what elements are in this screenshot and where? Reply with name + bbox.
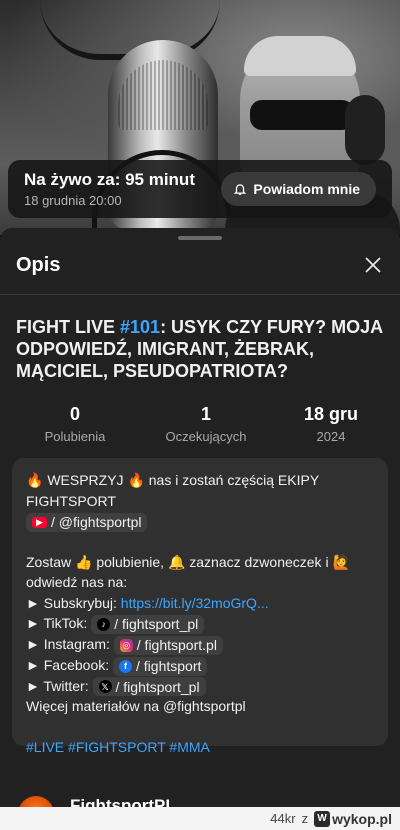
stat-label: Oczekujących [165, 429, 247, 444]
stat-waiting: 1 Oczekujących [141, 403, 271, 444]
close-icon [365, 257, 381, 273]
chip-label: / fightsport_pl [114, 616, 199, 633]
video-title: FIGHT LIVE #101: USYK CZY FURY? MOJA ODP… [16, 316, 386, 382]
bell-icon [234, 184, 247, 195]
stat-likes: 0 Polubienia [10, 403, 140, 444]
youtube-icon: ▶ [32, 516, 47, 528]
watermark-site: wykop.pl [332, 810, 392, 827]
notify-me-button[interactable]: Powiadom mnie [221, 172, 376, 206]
header-divider [0, 294, 400, 295]
instagram-chip[interactable]: ◎ / fightsport.pl [113, 635, 223, 655]
stat-value: 1 [200, 404, 211, 424]
stat-label: 2024 [316, 429, 346, 444]
x-icon: 𝕏 [98, 680, 112, 694]
chip-label: / fightsport.pl [136, 637, 217, 654]
sheet-header: Opis [0, 242, 400, 288]
subscribe-line: ► Subskrybuj: https://bit.ly/32moGrQ... [26, 593, 374, 614]
video-stats: 0 Polubienia 1 Oczekujących 18 gru 2024 [0, 403, 400, 453]
description-line: FIGHTSPORT [26, 492, 116, 509]
facebook-icon: f [119, 659, 133, 673]
twitter-chip[interactable]: 𝕏 / fightsport_pl [92, 677, 206, 697]
facebook-prefix: ► Facebook: [26, 656, 114, 673]
tiktok-chip[interactable]: ♪ / fightsport_pl [91, 615, 205, 635]
tiktok-prefix: ► TikTok: [26, 615, 92, 632]
host-headphone [345, 95, 385, 165]
chip-label: / fightsport_pl [115, 678, 200, 695]
host-sunglasses [250, 100, 354, 130]
hashtags[interactable]: #LIVE #FIGHTSPORT #MMA [26, 737, 374, 758]
description-line: 🔥 WESPRZYJ 🔥 nas i zostań częścią EKIPY [26, 472, 320, 488]
sheet-title: Opis [16, 254, 61, 276]
upcoming-live-card: Na żywo za: 95 minut 18 grudnia 20:00 Po… [8, 160, 392, 218]
host-hair [244, 36, 356, 76]
instagram-line: ► Instagram: ◎ / fightsport.pl [26, 634, 374, 655]
live-countdown: Na żywo za: 95 minut [24, 170, 195, 189]
stat-value: 18 gru [303, 404, 359, 424]
facebook-chip[interactable]: f / fightsport [113, 656, 208, 676]
description-line: odwiedź nas na: [26, 574, 128, 591]
twitter-line: ► Twitter: 𝕏 / fightsport_pl [26, 676, 374, 697]
twitter-prefix: ► Twitter: [26, 677, 93, 694]
video-title-prefix: FIGHT LIVE [16, 317, 121, 337]
live-scheduled-date: 18 grudnia 20:00 [24, 193, 122, 208]
wykop-logo-icon: W [314, 810, 331, 827]
youtube-channel-chip[interactable]: ▶ / @fightsportpl [26, 512, 148, 532]
description-line: Więcej materiałów na @fightsportpl [26, 698, 246, 715]
chip-label: / @fightsportpl [51, 514, 142, 531]
wykop-watermark: 44kr z W wykop.pl [0, 807, 400, 830]
description-line: ▶ / @fightsportpl [26, 511, 374, 532]
instagram-prefix: ► Instagram: [26, 636, 114, 653]
subscribe-link[interactable]: https://bit.ly/32moGrQ... [121, 595, 269, 611]
tiktok-icon: ♪ [97, 618, 111, 632]
stat-value: 0 [69, 404, 80, 424]
close-button[interactable] [358, 250, 388, 280]
subscribe-prefix: ► Subskrybuj: [26, 594, 121, 611]
description-sheet: Opis FIGHT LIVE #101: USYK CZY FURY? MOJ… [0, 228, 400, 830]
sheet-drag-handle[interactable] [178, 236, 222, 240]
tiktok-line: ► TikTok: ♪ / fightsport_pl [26, 613, 374, 635]
watermark-separator: z [301, 811, 309, 826]
chip-label: / fightsport [136, 657, 202, 674]
instagram-icon: ◎ [119, 638, 133, 652]
stat-date: 18 gru 2024 [266, 403, 396, 444]
notify-me-label: Powiadom mnie [253, 181, 360, 197]
stat-label: Polubienia [44, 429, 106, 444]
description-box: 🔥 WESPRZYJ 🔥 nas i zostań częścią EKIPY … [12, 458, 388, 755]
video-title-hashtag[interactable]: #101 [120, 317, 160, 337]
watermark-user: 44kr [270, 811, 296, 826]
description-line: Zostaw 👍 polubienie, 🔔 zaznacz dzwonecze… [26, 553, 350, 570]
facebook-line: ► Facebook: f / fightsport [26, 655, 374, 676]
wykop-logo: W wykop.pl [314, 810, 392, 827]
